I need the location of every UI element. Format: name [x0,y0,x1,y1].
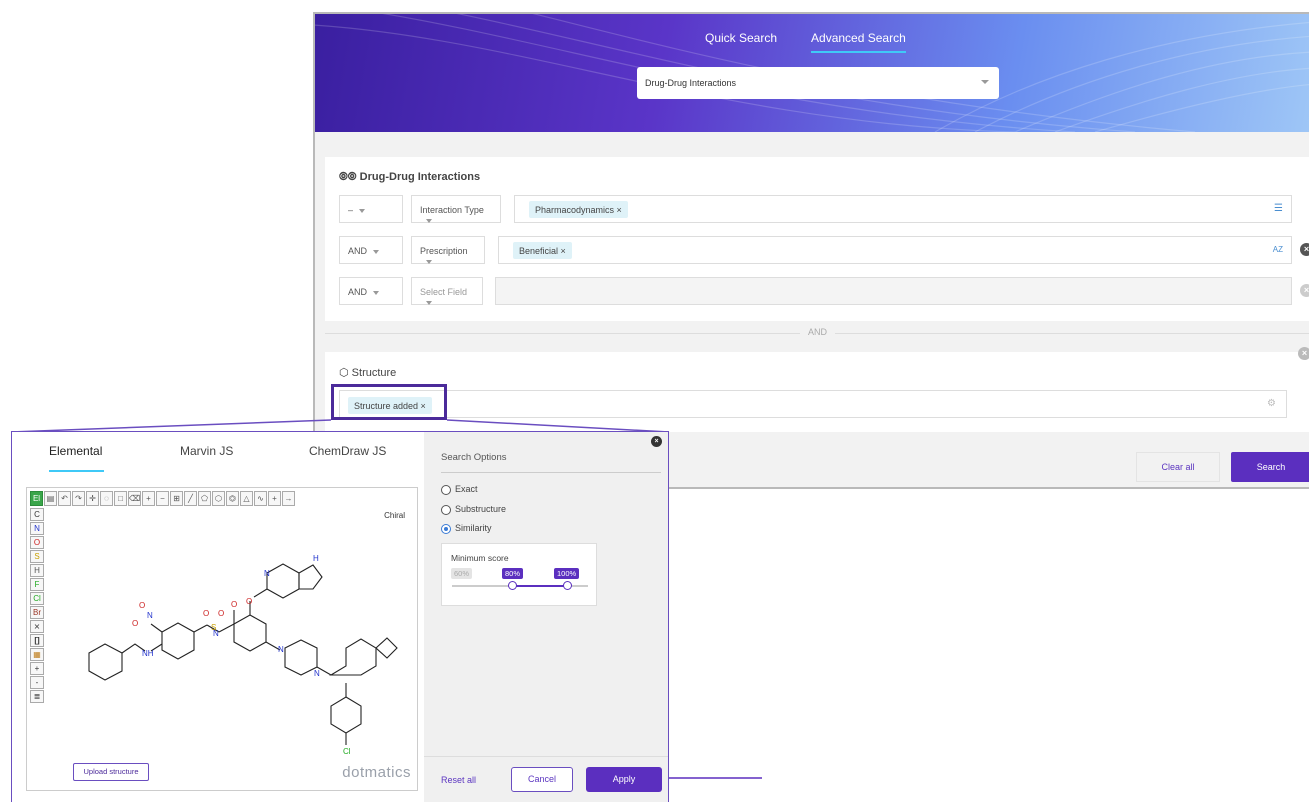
benzene-icon[interactable]: ⏣ [226,491,239,506]
zoom-in-icon[interactable]: + [142,491,155,506]
eraser-icon[interactable]: ⌫ [128,491,141,506]
svg-text:O: O [139,601,145,610]
tab-marvin-js[interactable]: Marvin JS [180,444,233,458]
minimum-score-label: Minimum score [451,553,509,563]
tab-elemental[interactable]: Elemental [49,444,102,458]
redo-icon[interactable]: ↷ [72,491,85,506]
svg-text:NH: NH [142,649,154,658]
pentagon-icon[interactable]: ⬠ [198,491,211,506]
svg-text:O: O [231,600,237,609]
lasso-icon[interactable]: ◌ [100,491,113,506]
svg-text:O: O [218,609,224,618]
minimum-score-slider: Minimum score 60% 80% 100% [441,543,597,606]
svg-text:H: H [313,554,319,563]
slider-low-handle[interactable] [508,581,517,590]
close-icon[interactable]: × [651,436,662,447]
score-low-value: 80% [502,568,524,579]
radio-similarity[interactable]: Similarity [441,523,492,534]
select-rect-icon[interactable]: □ [114,491,127,506]
svg-text:N: N [147,611,153,620]
structure-editor-popup: Elemental Marvin JS ChemDraw JS El ▤ ↶ ↷… [11,431,669,802]
divider [424,756,668,757]
dotmatics-logo: dotmatics [342,764,411,781]
radio-icon [441,504,451,515]
hexagon-icon[interactable]: ⬡ [212,491,225,506]
svg-text:O: O [132,619,138,628]
svg-text:O: O [203,609,209,618]
reset-all-link[interactable]: Reset all [441,775,476,785]
editor-toolbar: El ▤ ↶ ↷ ✛ ◌ □ ⌫ + − ⊞ ╱ ⬠ ⬡ ⏣ △ ∿ + → [30,491,295,508]
new-document-icon[interactable]: ▤ [44,491,57,506]
radio-selected-icon [441,523,451,534]
chain-icon[interactable]: ∿ [254,491,267,506]
arrow-icon[interactable]: → [282,491,295,506]
structure-chip-highlight [331,384,447,420]
apply-button[interactable]: Apply [586,767,662,792]
grid-icon[interactable]: ⊞ [170,491,183,506]
charge-plus-icon[interactable]: + [268,491,281,506]
triangle-icon[interactable]: △ [240,491,253,506]
search-options-panel: Search Options Exact Substructure Simila… [424,432,668,802]
score-high-value: 100% [554,568,580,579]
undo-icon[interactable]: ↶ [58,491,71,506]
svg-text:Cl: Cl [343,747,351,756]
upload-structure-button[interactable]: Upload structure [73,763,149,781]
move-icon[interactable]: ✛ [86,491,99,506]
svg-text:O: O [246,597,252,606]
search-options-title: Search Options [441,452,507,463]
slider-high-handle[interactable] [563,581,572,590]
elemental-icon[interactable]: El [30,491,43,506]
molecule-drawing: N O O NH S O O N O O N H N N Cl [88,554,398,756]
svg-text:N: N [278,645,284,654]
cancel-button[interactable]: Cancel [511,767,573,792]
divider [441,472,661,473]
score-min-label: 60% [451,568,473,579]
svg-text:N: N [314,669,320,678]
tab-chemdraw-js[interactable]: ChemDraw JS [309,444,386,458]
structure-canvas[interactable]: El ▤ ↶ ↷ ✛ ◌ □ ⌫ + − ⊞ ╱ ⬠ ⬡ ⏣ △ ∿ + → C… [26,487,418,791]
radio-icon [441,484,451,495]
slider-range [513,585,568,587]
radio-substructure[interactable]: Substructure [441,504,506,515]
active-tab-indicator [49,470,104,472]
svg-text:N: N [264,569,270,578]
radio-exact[interactable]: Exact [441,484,478,495]
svg-text:N: N [213,629,219,638]
zoom-out-icon[interactable]: − [156,491,169,506]
bond-icon[interactable]: ╱ [184,491,197,506]
